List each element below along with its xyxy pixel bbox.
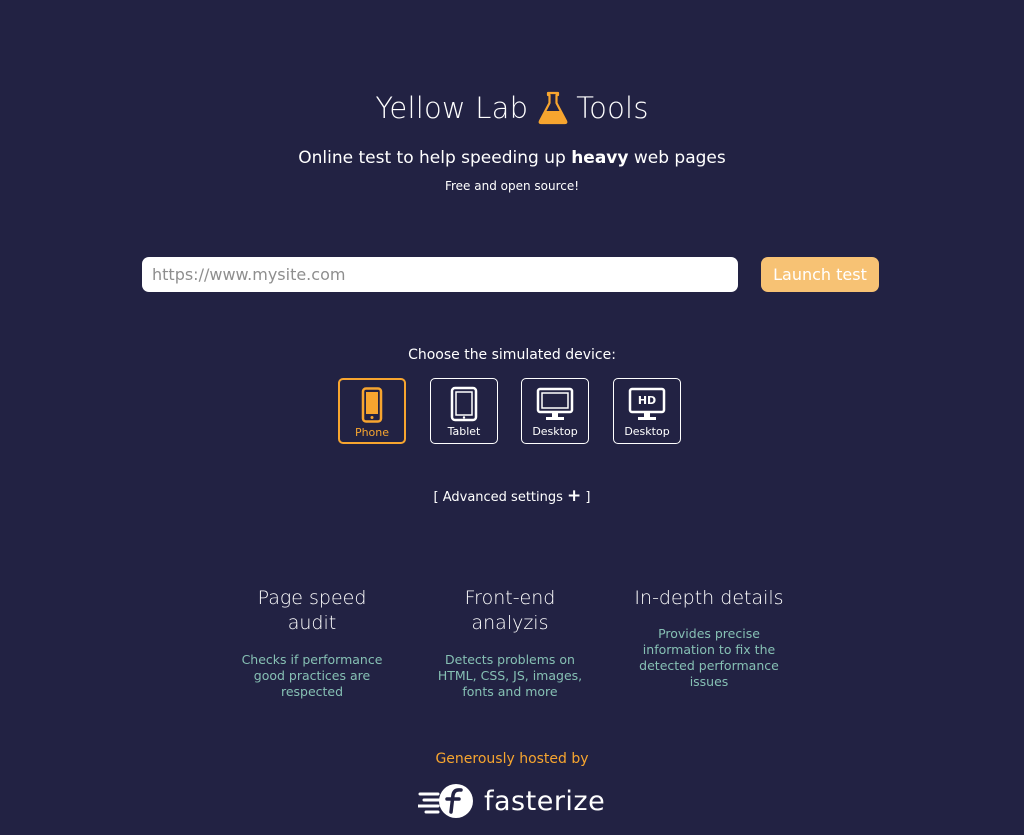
feature-title-line: Front-end [464,587,556,609]
device-phone-button[interactable]: Phone [338,378,406,444]
subtitle-text-after: web pages [628,148,726,168]
device-hd-desktop-button[interactable]: HD Desktop [613,378,681,444]
subtitle-bold-word: heavy [571,148,629,168]
tagline: Free and open source! [444,179,580,193]
device-phone-label: Phone [354,426,390,439]
fasterize-name: fasterize [484,785,606,817]
feature-desc-line: detected performance [639,658,779,673]
feature-desc-line: fonts and more [462,684,558,699]
device-desktop-button[interactable]: Desktop [521,378,589,444]
feature-description: Checks if performance good practices are… [227,652,397,700]
tablet-icon [431,386,497,422]
feature-desc-line: Checks if performance [241,652,383,667]
flask-icon [538,91,568,125]
feature-title: Page speed audit [227,586,397,636]
desktop-icon [522,386,588,422]
feature-desc-line: HTML, CSS, JS, images, [437,668,583,683]
feature-in-depth: In-depth details Provides precise inform… [624,586,794,690]
feature-title-line: audit [287,612,337,634]
fasterize-link[interactable]: fasterize [416,781,606,821]
feature-desc-line: information to fix the [642,642,776,657]
plus-icon: + [567,486,582,506]
feature-title-line: In-depth details [634,587,784,609]
hosted-by-label: Generously hosted by [435,751,589,767]
feature-page-speed: Page speed audit Checks if performance g… [227,586,397,700]
hd-badge: HD [637,394,657,407]
subtitle-text-before: Online test to help speeding up [298,148,572,168]
feature-desc-line: issues [689,674,729,689]
device-choice-label: Choose the simulated device: [408,347,616,363]
device-tablet-label: Tablet [447,425,481,438]
feature-desc-line: Detects problems on [445,652,575,667]
phone-icon [340,387,404,423]
launch-test-button[interactable]: Launch test [761,257,879,292]
fasterize-logo-icon [416,782,476,820]
feature-title-line: Page speed [257,587,367,609]
feature-desc-line: good practices are [253,668,371,683]
title-part-1: Yellow Lab [375,91,529,125]
feature-title: In-depth details [624,586,794,611]
device-selector: Phone Tablet Desktop HD Desktop [338,378,683,446]
advanced-open-bracket: [ [433,490,443,505]
advanced-settings-label: Advanced settings [442,490,568,505]
device-desktop-label: Desktop [532,425,578,438]
advanced-settings-toggle[interactable]: [ Advanced settings + ] [0,486,1024,508]
feature-front-end: Front-end analyzis Detects problems on H… [425,586,595,700]
device-hd-desktop-label: Desktop [624,425,670,438]
app-title: Yellow Lab Tools [0,86,1024,130]
feature-title-line: analyzis [471,612,549,634]
feature-description: Provides precise information to fix the … [624,626,794,690]
feature-title: Front-end analyzis [425,586,595,636]
feature-desc-line: Provides precise [658,626,760,641]
subtitle: Online test to help speeding up heavy we… [0,146,1024,170]
url-input[interactable] [142,257,738,292]
advanced-close-bracket: ] [581,490,591,505]
title-part-2: Tools [576,91,649,125]
device-tablet-button[interactable]: Tablet [430,378,498,444]
feature-description: Detects problems on HTML, CSS, JS, image… [425,652,595,700]
feature-desc-line: respected [280,684,344,699]
